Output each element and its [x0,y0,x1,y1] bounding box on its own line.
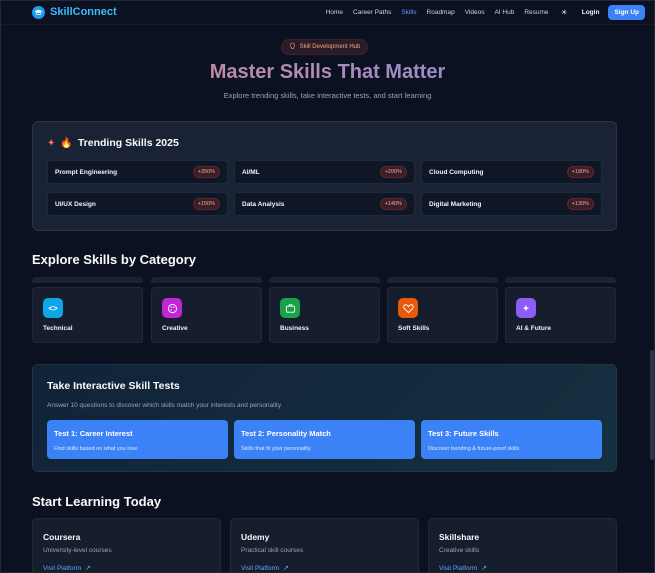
visit-link-label: Visit Platform [439,564,478,572]
scrollbar-thumb[interactable] [650,350,654,460]
code-icon: <> [43,298,63,318]
trending-skill-item[interactable]: Cloud Computing +180% [421,160,602,184]
hub-badge: Skill Development Hub [281,39,368,55]
top-navbar: SkillConnect Home Career Paths Skills Ro… [0,0,655,25]
category-label: Creative [162,325,188,332]
growth-badge: +180% [566,166,594,178]
sparkles-icon: ✦ [516,298,536,318]
external-link-icon: ↗ [85,565,92,572]
nav-link-videos[interactable]: Videos [465,9,485,16]
sparkles-icon: ✦ [47,137,56,149]
visit-link-label: Visit Platform [43,564,82,572]
growth-badge: +150% [192,198,220,210]
platform-description: Creative skills [439,547,480,554]
skill-name: Prompt Engineering [55,168,118,176]
category-section-title: Explore Skills by Category [32,252,197,267]
nav-link-home[interactable]: Home [326,9,343,16]
category-tab-edge [32,277,143,283]
test-description: Find skills based on what you love [54,446,138,452]
nav-link-ai-hub[interactable]: AI Hub [494,9,514,16]
visit-platform-link[interactable]: Visit Platform ↗ [439,564,488,573]
growth-badge: +350% [192,166,220,178]
graduation-cap-icon [32,5,45,19]
brand-logo[interactable]: SkillConnect [32,5,117,19]
test-description: Discover trending & future-proof skills [428,446,520,452]
platform-name: Coursera [43,532,81,542]
visit-platform-link[interactable]: Visit Platform ↗ [241,564,290,573]
trending-skill-item[interactable]: AI/ML +200% [234,160,415,184]
growth-badge: +140% [379,198,407,210]
platform-description: University-level courses [43,547,112,554]
test-description: Skills that fit your personality [241,446,311,452]
category-tab-edge [151,277,262,283]
category-label: Business [280,325,309,332]
skill-tests-panel: Take Interactive Skill Tests Answer 10 q… [32,364,617,472]
external-link-icon: ↗ [481,565,488,572]
category-card-technical[interactable]: <> Technical [32,287,143,343]
category-tab-edge [269,277,380,283]
trending-title: Trending Skills 2025 [77,137,179,149]
platform-card-skillshare: Skillshare Creative skills Visit Platfor… [428,518,617,573]
category-card-creative[interactable]: Creative [151,287,262,343]
palette-icon [162,298,182,318]
category-tab-edge [505,277,616,283]
growth-badge: +130% [566,198,594,210]
trending-skill-item[interactable]: Prompt Engineering +350% [47,160,228,184]
platform-card-coursera: Coursera University-level courses Visit … [32,518,221,573]
test-title: Test 3: Future Skills [428,429,499,438]
skill-name: Digital Marketing [429,200,482,208]
category-card-soft-skills[interactable]: Soft Skills [387,287,498,343]
trending-header: ✦ 🔥 Trending Skills 2025 [47,137,179,149]
tests-subtitle: Answer 10 questions to discover which sk… [47,402,282,409]
skill-name: Data Analysis [242,200,285,208]
visit-link-label: Visit Platform [241,564,280,572]
platform-name: Udemy [241,532,270,542]
trending-skills-panel: ✦ 🔥 Trending Skills 2025 Prompt Engineer… [32,121,617,231]
test-title: Test 2: Personality Match [241,429,331,438]
category-tab-edge [387,277,498,283]
trending-skill-item[interactable]: Digital Marketing +130% [421,192,602,216]
nav-link-resume[interactable]: Resume [524,9,548,16]
sun-icon[interactable]: ☀ [561,8,568,17]
platform-name: Skillshare [439,532,480,542]
nav-links: Home Career Paths Skills Roadmap Videos … [326,8,568,17]
page-title: Master Skills That Matter [0,61,655,84]
tests-title: Take Interactive Skill Tests [47,380,180,392]
briefcase-icon [280,298,300,318]
skill-name: AI/ML [242,168,260,176]
login-button[interactable]: Login [582,9,600,16]
category-label: Technical [43,325,73,332]
lightbulb-icon [289,42,296,52]
category-card-business[interactable]: Business [269,287,380,343]
nav-link-skills[interactable]: Skills [401,9,416,16]
external-link-icon: ↗ [283,565,290,572]
nav-link-roadmap[interactable]: Roadmap [427,9,455,16]
learning-section-title: Start Learning Today [32,494,162,509]
test-card-personality-match[interactable]: Test 2: Personality Match Skills that fi… [234,420,415,459]
page-subtitle: Explore trending skills, take interactiv… [223,91,432,100]
fire-icon: 🔥 [60,137,73,149]
visit-platform-link[interactable]: Visit Platform ↗ [43,564,92,573]
test-card-future-skills[interactable]: Test 3: Future Skills Discover trending … [421,420,602,459]
platform-card-udemy: Udemy Practical skill courses Visit Plat… [230,518,419,573]
growth-badge: +200% [379,166,407,178]
brand-name: SkillConnect [50,6,117,18]
test-title: Test 1: Career Interest [54,429,133,438]
trending-skill-item[interactable]: Data Analysis +140% [234,192,415,216]
nav-link-career-paths[interactable]: Career Paths [353,9,391,16]
category-label: Soft Skills [398,325,430,332]
skill-name: UI/UX Design [55,200,96,208]
platform-description: Practical skill courses [241,547,304,554]
signup-button[interactable]: Sign Up [608,4,645,20]
heart-icon [398,298,418,318]
category-label: AI & Future [516,325,552,332]
trending-skill-item[interactable]: UI/UX Design +150% [47,192,228,216]
hub-badge-label: Skill Development Hub [299,44,361,50]
test-card-career-interest[interactable]: Test 1: Career Interest Find skills base… [47,420,228,459]
skill-name: Cloud Computing [429,168,484,176]
category-card-ai-future[interactable]: ✦ AI & Future [505,287,616,343]
